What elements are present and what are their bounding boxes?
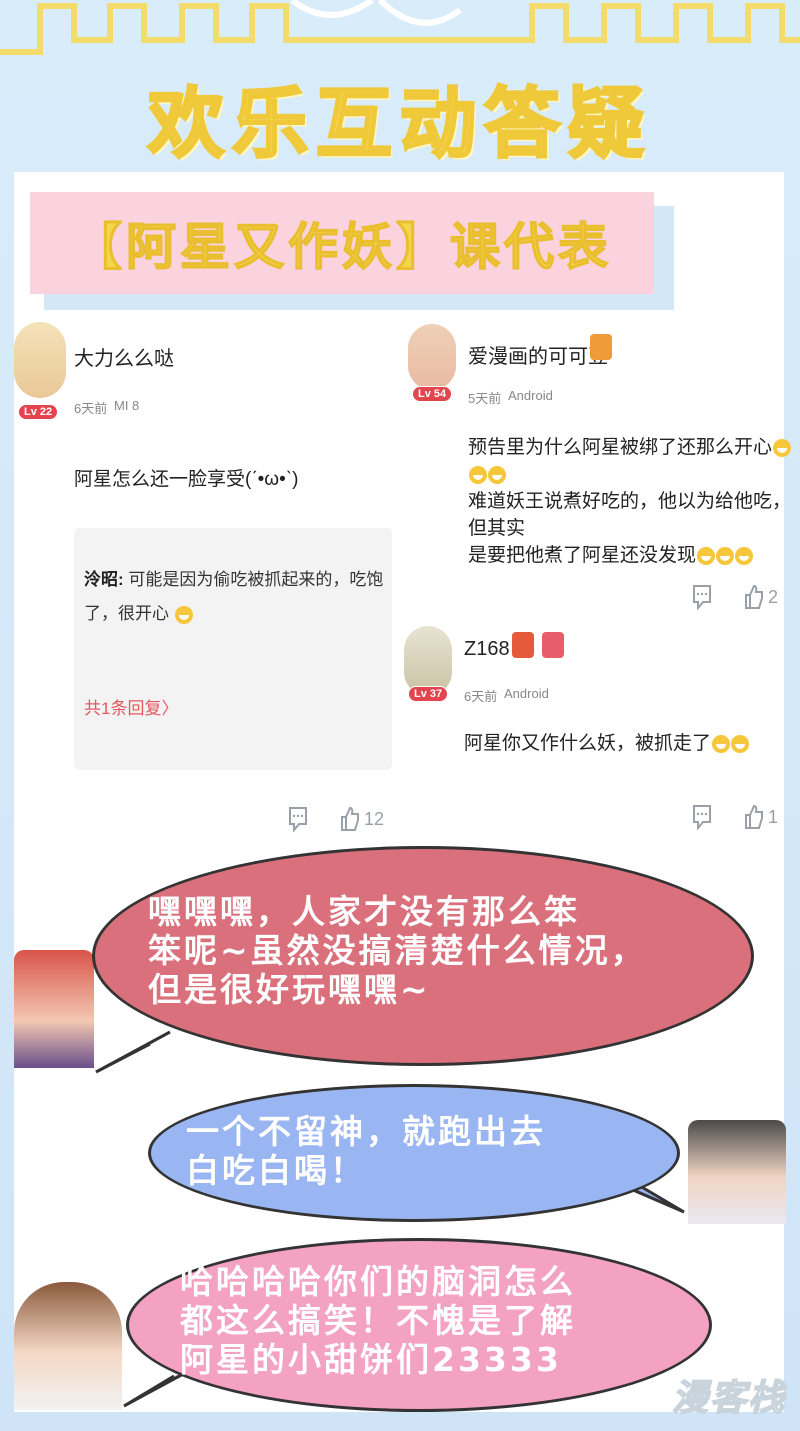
comment-bubble-icon: [693, 805, 711, 830]
comment-line: 难道妖王说煮好吃的，他以为给他吃，但其实: [468, 491, 792, 539]
reply-action[interactable]: [692, 804, 712, 830]
bubble-text: 一个不留神，就跑出去 白吃白喝！: [186, 1112, 656, 1190]
like-action[interactable]: 2: [744, 584, 778, 610]
laughing-emoji-icon: [735, 546, 754, 565]
character-portrait-brown-hair: [14, 1282, 122, 1410]
avatar[interactable]: [408, 324, 456, 390]
comment-line: 是要把他煮了阿星还没发现: [468, 545, 697, 566]
bubble-line: 笨呢~虽然没搞清楚什么情况，: [148, 931, 647, 970]
laughing-emoji-icon: [716, 546, 735, 565]
comment-text: 预告里为什么阿星被绑了还那么开心 难道妖王说煮好吃的，他以为给他吃，但其实 是要…: [468, 434, 798, 569]
laughing-emoji-icon: [712, 734, 731, 753]
level-medal-icon: [512, 632, 534, 658]
like-count: 12: [364, 808, 385, 829]
laughing-emoji-icon: [773, 438, 792, 457]
bubble-line: 哈哈哈哈你们的脑洞怎么: [180, 1262, 576, 1301]
honor-medal-icon: [542, 632, 564, 658]
comment-time: 6天前: [464, 689, 498, 704]
thumbs-up-icon: [745, 804, 763, 829]
bubble-tail: [95, 1030, 171, 1074]
bubble-line: 都这么搞笑！不愧是了解: [180, 1301, 576, 1340]
comment-time: 6天前: [74, 401, 108, 416]
crenel-border-decoration: [0, 0, 800, 55]
view-replies-link[interactable]: 共1条回复〉: [84, 694, 178, 719]
bubble-line: 一个不留神，就跑出去: [186, 1112, 546, 1151]
thumbs-up-icon: [341, 806, 359, 831]
thumbs-up-icon: [745, 584, 763, 609]
laughing-emoji-icon: [174, 605, 193, 624]
laughing-emoji-icon: [697, 546, 716, 565]
comment-line: 预告里为什么阿星被绑了还那么开心: [468, 437, 773, 458]
page-title: 欢乐互动答疑: [147, 78, 652, 170]
reply-action[interactable]: [288, 806, 308, 832]
like-count: 1: [768, 806, 779, 827]
level-badge: Lv 22: [18, 404, 59, 420]
comment-text: 阿星你又作什么妖，被抓走了: [464, 730, 750, 757]
character-portrait-dark-hair: [688, 1120, 786, 1224]
bubble-line: 但是很好玩嘿嘿~: [148, 970, 431, 1009]
reply-author: 泠昭:: [84, 570, 124, 589]
comment-username[interactable]: 大力么么哒: [74, 342, 174, 371]
character-portrait-red-hair: [14, 950, 94, 1068]
avatar[interactable]: [14, 322, 66, 398]
bubble-text: 哈哈哈哈你们的脑洞怎么 都这么搞笑！不愧是了解 阿星的小甜饼们23333: [180, 1262, 700, 1379]
comment-device: Android: [508, 388, 553, 403]
level-badge: Lv 37: [408, 686, 449, 702]
comment-bubble-icon: [289, 807, 307, 832]
bubble-line: 嘿嘿嘿，人家才没有那么笨: [148, 892, 580, 931]
laughing-emoji-icon: [469, 465, 487, 484]
comment-time: 5天前: [468, 391, 502, 406]
watermark-logo: 漫客栈: [671, 1377, 786, 1420]
comment-username[interactable]: Z168: [464, 638, 510, 661]
like-count: 2: [768, 586, 779, 607]
course-banner: 【阿星又作妖】课代表: [30, 192, 654, 294]
level-badge: Lv 54: [412, 386, 453, 402]
bubble-line: 白吃白喝！: [186, 1151, 366, 1190]
comment-device: Android: [504, 686, 549, 701]
like-action[interactable]: 12: [340, 806, 384, 832]
like-action[interactable]: 1: [744, 804, 778, 830]
comment-line: 阿星你又作什么妖，被抓走了: [464, 733, 712, 754]
laughing-emoji-icon: [488, 465, 506, 484]
reply-action[interactable]: [692, 584, 712, 610]
bubble-text: 嘿嘿嘿，人家才没有那么笨 笨呢~虽然没搞清楚什么情况， 但是很好玩嘿嘿~: [148, 892, 748, 1009]
reply-content: 泠昭: 可能是因为偷吃被抓起来的，吃饱了，很开心: [84, 563, 384, 631]
comment-device: MI 8: [114, 398, 140, 413]
reply-box[interactable]: 泠昭: 可能是因为偷吃被抓起来的，吃饱了，很开心 共1条回复〉: [74, 528, 392, 770]
comment-text: 阿星怎么还一脸享受(ˊ•ω•ˋ): [74, 469, 299, 490]
bubble-line: 阿星的小甜饼们23333: [180, 1340, 562, 1379]
comment-bubble-icon: [693, 585, 711, 610]
comment-username[interactable]: 爱漫画的可可豆: [468, 340, 608, 369]
fan-medal-icon: [590, 334, 612, 360]
laughing-emoji-icon: [731, 734, 750, 753]
reply-text: 可能是因为偷吃被抓起来的，吃饱了，很开心: [84, 570, 384, 623]
